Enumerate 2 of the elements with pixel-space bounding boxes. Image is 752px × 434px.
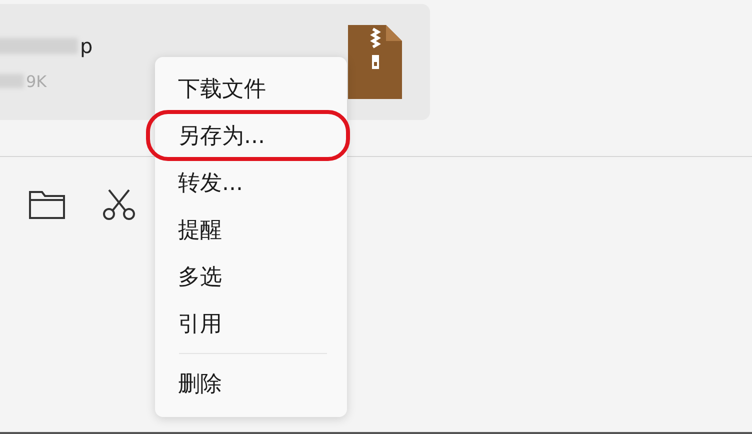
file-name: p bbox=[80, 34, 93, 58]
file-size: 9K bbox=[26, 72, 47, 90]
